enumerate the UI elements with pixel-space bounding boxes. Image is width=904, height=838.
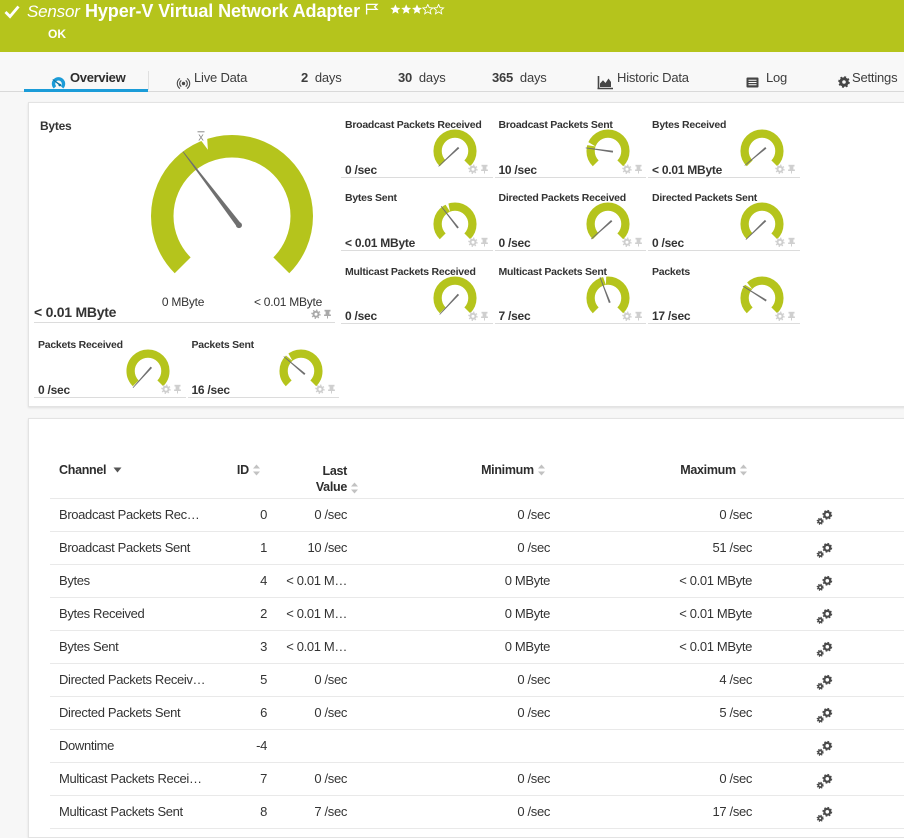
svg-text:x: x [198, 132, 204, 144]
